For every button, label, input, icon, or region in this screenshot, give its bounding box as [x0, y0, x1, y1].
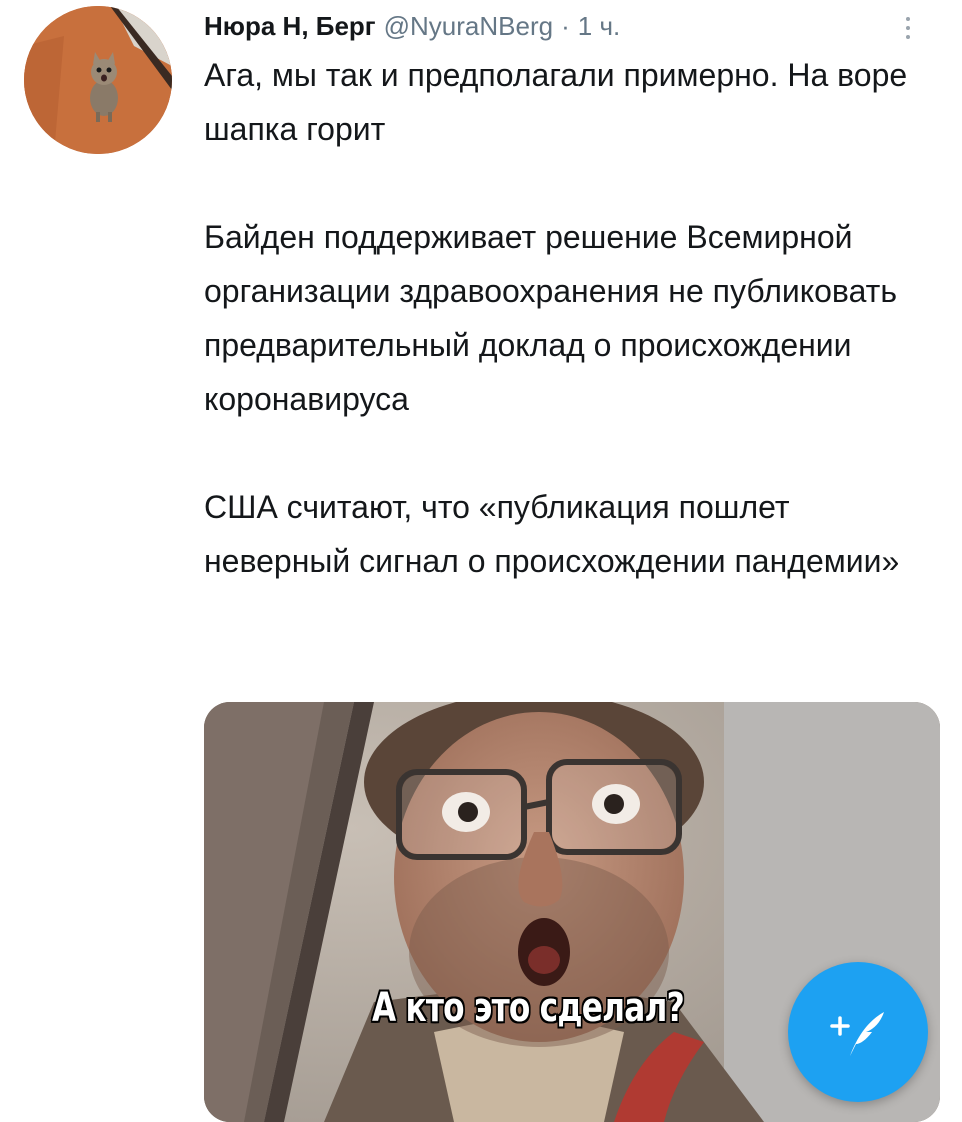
compose-tweet-icon	[830, 1012, 884, 1056]
tweet-text: Ага, мы так и предполагали примерно. На …	[204, 48, 944, 588]
author-avatar[interactable]	[24, 6, 172, 154]
tweet[interactable]: Нюра Н, Берг @NyuraNBerg · 1 ч. Ага, мы …	[0, 0, 962, 1122]
tweet-paragraph: Байден поддерживает решение Всемирной ор…	[204, 219, 897, 417]
more-vertical-icon[interactable]	[896, 10, 920, 46]
media-caption: А кто это сделал?	[372, 985, 685, 1031]
author-handle[interactable]: @NyuraNBerg	[384, 11, 553, 42]
tweet-timestamp[interactable]: 1 ч.	[578, 11, 620, 42]
author-name[interactable]: Нюра Н, Берг	[204, 11, 376, 42]
tweet-paragraph: Ага, мы так и предполагали примерно. На …	[204, 57, 908, 147]
tweet-paragraph: США считают, что «публикация пошлет неве…	[204, 489, 900, 579]
tweet-header: Нюра Н, Берг @NyuraNBerg · 1 ч.	[204, 6, 924, 46]
separator-dot: ·	[561, 10, 570, 41]
compose-tweet-button[interactable]	[788, 962, 928, 1102]
